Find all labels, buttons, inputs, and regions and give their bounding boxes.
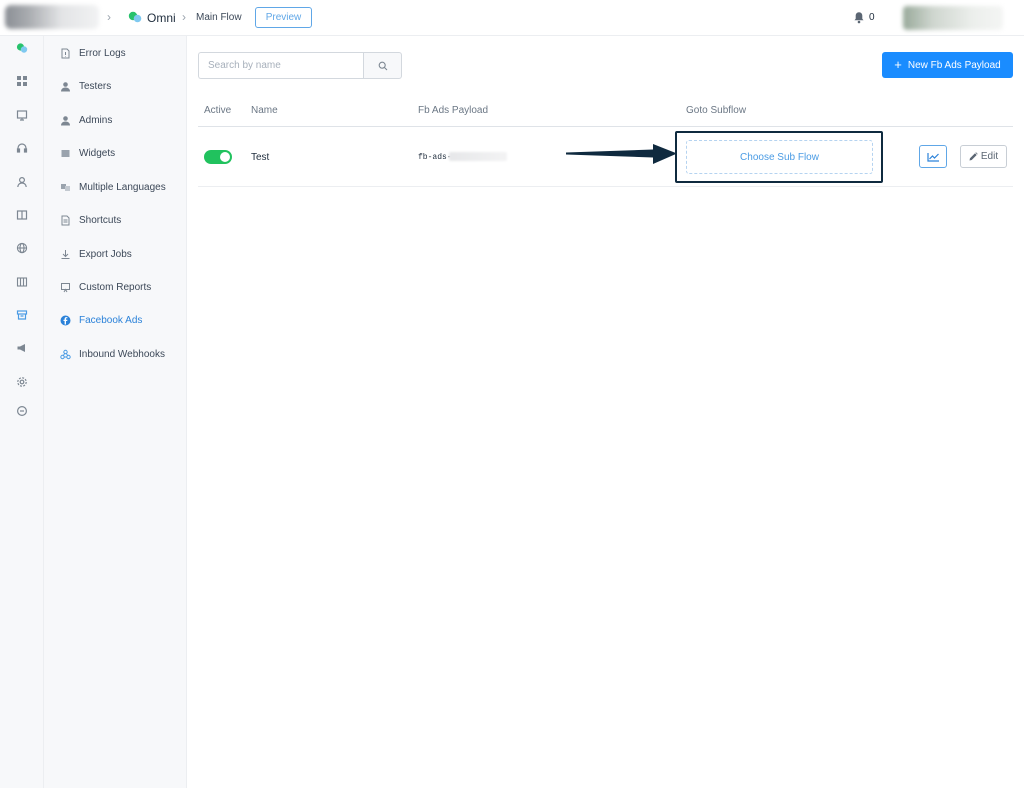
- choose-sub-flow-button[interactable]: Choose Sub Flow: [686, 140, 873, 174]
- notification-count: 0: [869, 12, 875, 23]
- settings-sidebar: Error Logs Testers Admins Widgets Multip…: [44, 36, 187, 788]
- sidebar-item-widgets[interactable]: Widgets: [44, 143, 187, 163]
- sidebar-item-export-jobs[interactable]: Export Jobs: [44, 244, 187, 264]
- sidebar-item-label: Admins: [79, 115, 113, 126]
- settings-icon[interactable]: [15, 375, 28, 388]
- row-payload: fb-ads-: [418, 153, 452, 162]
- new-fb-ads-payload-label: New Fb Ads Payload: [907, 59, 1001, 71]
- sidebar-item-label: Testers: [79, 81, 112, 92]
- pencil-icon: [969, 152, 978, 161]
- headset-icon[interactable]: [15, 141, 28, 154]
- active-toggle[interactable]: [204, 150, 232, 164]
- download-icon: [59, 248, 71, 260]
- webhook-icon: [59, 348, 71, 360]
- chevron-right-icon: ›: [182, 10, 186, 24]
- new-fb-ads-payload-button[interactable]: + New Fb Ads Payload: [882, 52, 1013, 78]
- line-chart-icon: [926, 152, 939, 162]
- sidebar-item-label: Custom Reports: [79, 282, 152, 293]
- user-menu[interactable]: [903, 6, 1003, 30]
- chat-bubbles-icon: [128, 11, 142, 23]
- column-header-goto-subflow: Goto Subflow: [686, 105, 747, 116]
- archive-icon[interactable]: [15, 308, 28, 321]
- sidebar-item-multiple-languages[interactable]: Multiple Languages: [44, 177, 187, 197]
- sidebar-item-error-logs[interactable]: Error Logs: [44, 43, 187, 63]
- column-header-name: Name: [251, 105, 278, 116]
- sidebar-item-label: Export Jobs: [79, 249, 132, 260]
- table-header-divider: [198, 126, 1013, 127]
- sidebar-item-label: Shortcuts: [79, 215, 122, 226]
- table-icon[interactable]: [15, 275, 28, 288]
- widget-icon: [59, 147, 71, 159]
- megaphone-icon[interactable]: [15, 341, 28, 354]
- preview-button[interactable]: Preview: [255, 7, 312, 28]
- sidebar-item-inbound-webhooks[interactable]: Inbound Webhooks: [44, 344, 187, 364]
- user-icon[interactable]: [15, 175, 28, 188]
- sidebar-item-admins[interactable]: Admins: [44, 110, 187, 130]
- search-input[interactable]: [198, 52, 364, 79]
- edit-label: Edit: [980, 151, 999, 162]
- sidebar-item-testers[interactable]: Testers: [44, 76, 187, 96]
- payload-redacted: [449, 152, 507, 161]
- user-icon: [59, 114, 71, 126]
- sidebar-item-label: Inbound Webhooks: [79, 349, 165, 360]
- chat-icon[interactable]: [15, 404, 28, 417]
- plus-icon: +: [894, 57, 902, 72]
- chevron-right-icon: ›: [107, 10, 111, 24]
- inbox-icon[interactable]: [15, 108, 28, 121]
- sidebar-item-label: Error Logs: [79, 48, 126, 59]
- column-header-active: Active: [204, 105, 232, 116]
- column-header-fb-ads-payload: Fb Ads Payload: [418, 105, 489, 116]
- file-alert-icon: [59, 47, 71, 59]
- search-icon: [378, 61, 387, 70]
- edit-button[interactable]: Edit: [960, 145, 1007, 168]
- workspace-logo[interactable]: [5, 5, 99, 29]
- search-button[interactable]: [363, 52, 402, 79]
- document-icon: [59, 214, 71, 226]
- sidebar-item-custom-reports[interactable]: Custom Reports: [44, 277, 187, 297]
- breadcrumb-omni[interactable]: Omni: [147, 11, 176, 25]
- facebook-icon: [59, 314, 71, 326]
- dashboard-icon[interactable]: [15, 74, 28, 87]
- chat-bubbles-icon[interactable]: [15, 41, 28, 54]
- sidebar-item-facebook-ads[interactable]: Facebook Ads: [44, 310, 187, 330]
- bell-icon[interactable]: [853, 11, 865, 24]
- sidebar-item-label: Widgets: [79, 148, 116, 159]
- sidebar-item-shortcuts[interactable]: Shortcuts: [44, 210, 187, 230]
- sidebar-item-label: Multiple Languages: [79, 182, 166, 193]
- report-icon: [59, 281, 71, 293]
- table-row-divider: [198, 186, 1013, 187]
- translate-icon: [59, 181, 71, 193]
- icon-rail: [0, 36, 44, 788]
- user-icon: [59, 80, 71, 92]
- breadcrumb-main-flow[interactable]: Main Flow: [196, 12, 242, 23]
- globe-icon[interactable]: [15, 241, 28, 254]
- annotation-arrow: [566, 144, 677, 164]
- book-icon[interactable]: [15, 208, 28, 221]
- row-name: Test: [251, 152, 270, 163]
- stats-button[interactable]: [919, 145, 947, 168]
- top-bar: › Omni › Main Flow Preview 0: [0, 0, 1024, 36]
- sidebar-item-label: Facebook Ads: [79, 315, 143, 326]
